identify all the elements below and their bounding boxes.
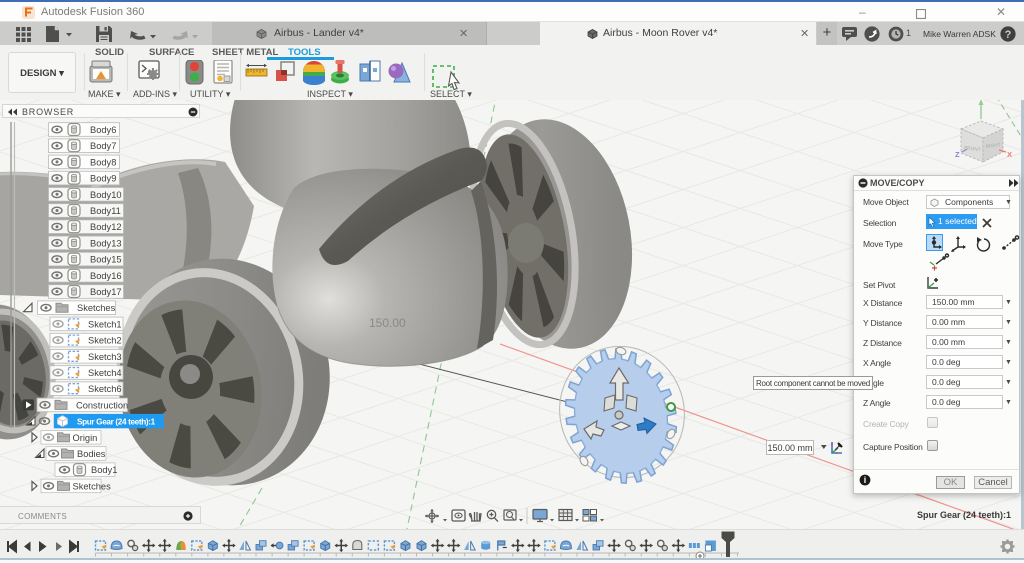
svg-text:Sketches: Sketches <box>73 481 112 491</box>
svg-text:X: X <box>1007 150 1012 159</box>
svg-text:Sketch1: Sketch1 <box>88 319 122 329</box>
svg-text:Sketch3: Sketch3 <box>88 352 122 362</box>
svg-text:Origin: Origin <box>73 433 98 443</box>
svg-text:Body17: Body17 <box>90 287 122 297</box>
svg-text:Body6: Body6 <box>90 125 116 135</box>
svg-text:Spur Gear (24 teeth):1: Spur Gear (24 teeth):1 <box>77 417 156 426</box>
svg-text:Construction: Construction <box>76 400 128 410</box>
svg-text:Body8: Body8 <box>90 157 116 167</box>
svg-text:i: i <box>864 475 867 485</box>
svg-text:?: ? <box>1005 29 1012 41</box>
svg-text:Z: Z <box>955 150 960 159</box>
svg-text:Sketches: Sketches <box>77 303 116 313</box>
svg-text:Body15: Body15 <box>90 255 122 265</box>
svg-text:Body16: Body16 <box>90 271 122 281</box>
svg-text:150.00: 150.00 <box>369 316 406 330</box>
svg-text:Body1: Body1 <box>91 465 117 475</box>
svg-text:Body9: Body9 <box>90 174 116 184</box>
svg-text:Sketch6: Sketch6 <box>88 384 122 394</box>
svg-text:Body7: Body7 <box>90 141 116 151</box>
svg-text:Body13: Body13 <box>90 238 122 248</box>
svg-text:Body10: Body10 <box>90 190 122 200</box>
svg-text:Sketch2: Sketch2 <box>88 336 122 346</box>
svg-text:Bodies: Bodies <box>77 449 106 459</box>
svg-text:Body11: Body11 <box>90 206 121 216</box>
svg-text:Body12: Body12 <box>90 222 122 232</box>
svg-text:Sketch4: Sketch4 <box>88 368 122 378</box>
